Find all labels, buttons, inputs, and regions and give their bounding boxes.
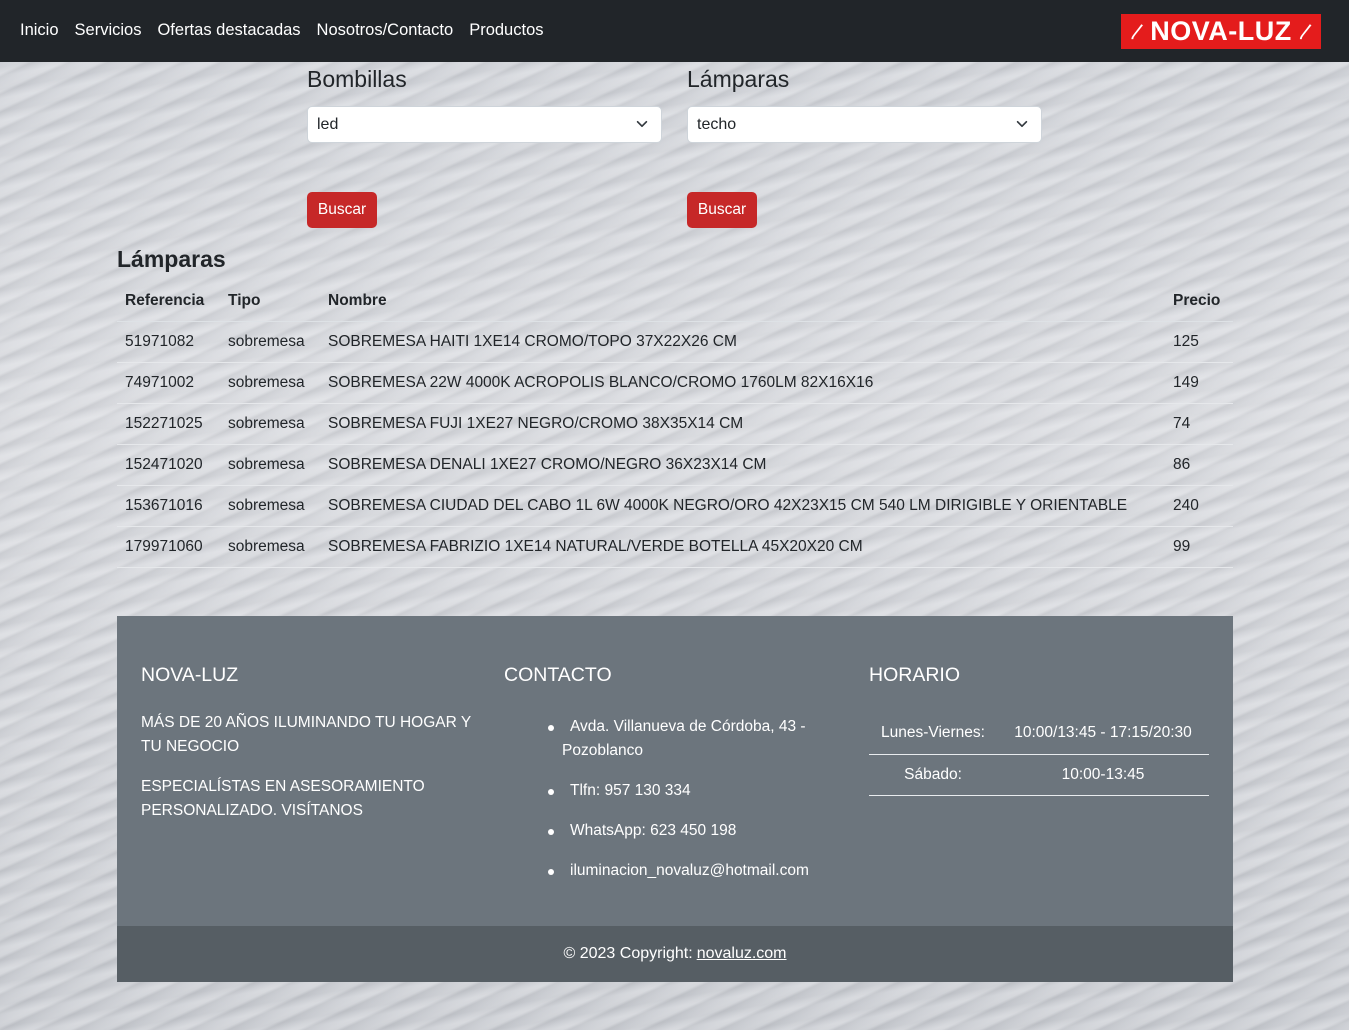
chevron-down-icon [636, 120, 648, 128]
contact-list: Avda. Villanueva de Córdoba, 43 - Pozobl… [504, 715, 844, 883]
cell-tipo: sobremesa [220, 485, 320, 527]
contact-address: Avda. Villanueva de Córdoba, 43 - Pozobl… [504, 715, 844, 763]
bombillas-search-button[interactable]: Buscar [307, 192, 377, 228]
column-header-referencia: Referencia [117, 281, 220, 322]
nav-link-inicio[interactable]: Inicio [20, 21, 59, 40]
bombillas-filter: Bombillas led Buscar [307, 66, 662, 228]
contact-phone: Tlfn: 957 130 334 [504, 779, 844, 803]
copyright-text: © 2023 Copyright: [563, 945, 693, 962]
cell-tipo: sobremesa [220, 321, 320, 363]
hours-day: Lunes-Viernes: [869, 713, 997, 755]
table-row: 51971082 sobremesa SOBREMESA HAITI 1XE14… [117, 321, 1233, 363]
cell-nombre: SOBREMESA FABRIZIO 1XE14 NATURAL/VERDE B… [320, 526, 1165, 568]
contact-whatsapp: WhatsApp: 623 450 198 [504, 819, 844, 843]
column-header-precio: Precio [1165, 281, 1233, 322]
contact-email: iluminacion_novaluz@hotmail.com [504, 859, 844, 883]
cell-precio: 240 [1165, 485, 1233, 527]
table-row: 152271025 sobremesa SOBREMESA FUJI 1XE27… [117, 403, 1233, 445]
brand-name: NOVA-LUZ [1150, 16, 1292, 46]
lamparas-filter: Lámparas techo Buscar [687, 66, 1042, 228]
cell-nombre: SOBREMESA DENALI 1XE27 CROMO/NEGRO 36X23… [320, 444, 1165, 486]
cell-referencia: 74971002 [117, 362, 220, 404]
footer-contact: CONTACTO Avda. Villanueva de Córdoba, 43… [504, 664, 844, 883]
footer-about-heading: NOVA-LUZ [141, 664, 239, 686]
chevron-down-icon [1016, 120, 1028, 128]
nav-link-servicios[interactable]: Servicios [75, 21, 142, 40]
hours-day: Sábado: [869, 754, 997, 796]
cell-nombre: SOBREMESA 22W 4000K ACROPOLIS BLANCO/CRO… [320, 362, 1165, 404]
nav-link-productos[interactable]: Productos [469, 21, 543, 40]
cell-referencia: 51971082 [117, 321, 220, 363]
footer-hours-heading: HORARIO [869, 664, 961, 686]
column-header-nombre: Nombre [320, 281, 1165, 322]
hours-row: Lunes-Viernes: 10:00/13:45 - 17:15/20:30 [869, 713, 1209, 755]
cell-nombre: SOBREMESA HAITI 1XE14 CROMO/TOPO 37X22X2… [320, 321, 1165, 363]
table-row: 153671016 sobremesa SOBREMESA CIUDAD DEL… [117, 485, 1233, 527]
column-header-tipo: Tipo [220, 281, 320, 322]
cell-precio: 149 [1165, 362, 1233, 404]
lamparas-selected-value: techo [697, 115, 737, 133]
footer-about-line: ESPECIALÍSTAS EN ASESORAMIENTO PERSONALI… [141, 778, 425, 819]
lamparas-select[interactable]: techo [687, 106, 1042, 143]
cell-nombre: SOBREMESA FUJI 1XE27 NEGRO/CROMO 38X35X1… [320, 403, 1165, 445]
results-title: Lámparas [117, 246, 226, 272]
nav-link-ofertas[interactable]: Ofertas destacadas [157, 21, 300, 40]
cell-nombre: SOBREMESA CIUDAD DEL CABO 1L 6W 4000K NE… [320, 485, 1165, 527]
cell-precio: 74 [1165, 403, 1233, 445]
lamparas-title: Lámparas [687, 66, 790, 92]
table-header-row: Referencia Tipo Nombre Precio [117, 281, 1233, 322]
products-table: Referencia Tipo Nombre Precio 51971082 s… [117, 281, 1233, 568]
cell-precio: 99 [1165, 526, 1233, 568]
cell-referencia: 152471020 [117, 444, 220, 486]
site-footer: NOVA-LUZ MÁS DE 20 AÑOS ILUMINANDO TU HO… [117, 616, 1233, 982]
hours-row: Sábado: 10:00-13:45 [869, 754, 1209, 796]
footer-about-line: MÁS DE 20 AÑOS ILUMINANDO TU HOGAR Y TU … [141, 714, 471, 755]
lamparas-search-button[interactable]: Buscar [687, 192, 757, 228]
hours-time: 10:00/13:45 - 17:15/20:30 [997, 713, 1209, 755]
footer-hours: HORARIO Lunes-Viernes: 10:00/13:45 - 17:… [869, 664, 1209, 796]
cell-referencia: 152271025 [117, 403, 220, 445]
cell-tipo: sobremesa [220, 526, 320, 568]
table-row: 74971002 sobremesa SOBREMESA 22W 4000K A… [117, 362, 1233, 404]
nav-links: Inicio Servicios Ofertas destacadas Noso… [20, 21, 544, 40]
nav-link-nosotros-contacto[interactable]: Nosotros/Contacto [317, 21, 454, 40]
footer-main: NOVA-LUZ MÁS DE 20 AÑOS ILUMINANDO TU HO… [117, 616, 1233, 926]
cell-tipo: sobremesa [220, 444, 320, 486]
bombillas-selected-value: led [317, 115, 339, 133]
hours-time: 10:00-13:45 [997, 754, 1209, 796]
footer-about: NOVA-LUZ MÁS DE 20 AÑOS ILUMINANDO TU HO… [141, 664, 481, 823]
table-row: 179971060 sobremesa SOBREMESA FABRIZIO 1… [117, 526, 1233, 568]
copyright-bar: © 2023 Copyright: novaluz.com [117, 926, 1233, 982]
brand-logo[interactable]: 〳 NOVA-LUZ 〳 [1121, 14, 1321, 49]
bombillas-title: Bombillas [307, 66, 407, 92]
table-row: 152471020 sobremesa SOBREMESA DENALI 1XE… [117, 444, 1233, 486]
cell-precio: 86 [1165, 444, 1233, 486]
cell-referencia: 153671016 [117, 485, 220, 527]
lightning-bolt-icon: 〳 [1129, 24, 1145, 41]
hours-table: Lunes-Viernes: 10:00/13:45 - 17:15/20:30… [869, 713, 1209, 796]
cell-precio: 125 [1165, 321, 1233, 363]
cell-tipo: sobremesa [220, 403, 320, 445]
cell-tipo: sobremesa [220, 362, 320, 404]
cell-referencia: 179971060 [117, 526, 220, 568]
footer-contact-heading: CONTACTO [504, 664, 612, 686]
bombillas-select[interactable]: led [307, 106, 662, 143]
top-navbar: Inicio Servicios Ofertas destacadas Noso… [0, 0, 1349, 62]
lightning-bolt-icon: 〳 [1297, 24, 1313, 41]
copyright-link[interactable]: novaluz.com [697, 945, 787, 963]
